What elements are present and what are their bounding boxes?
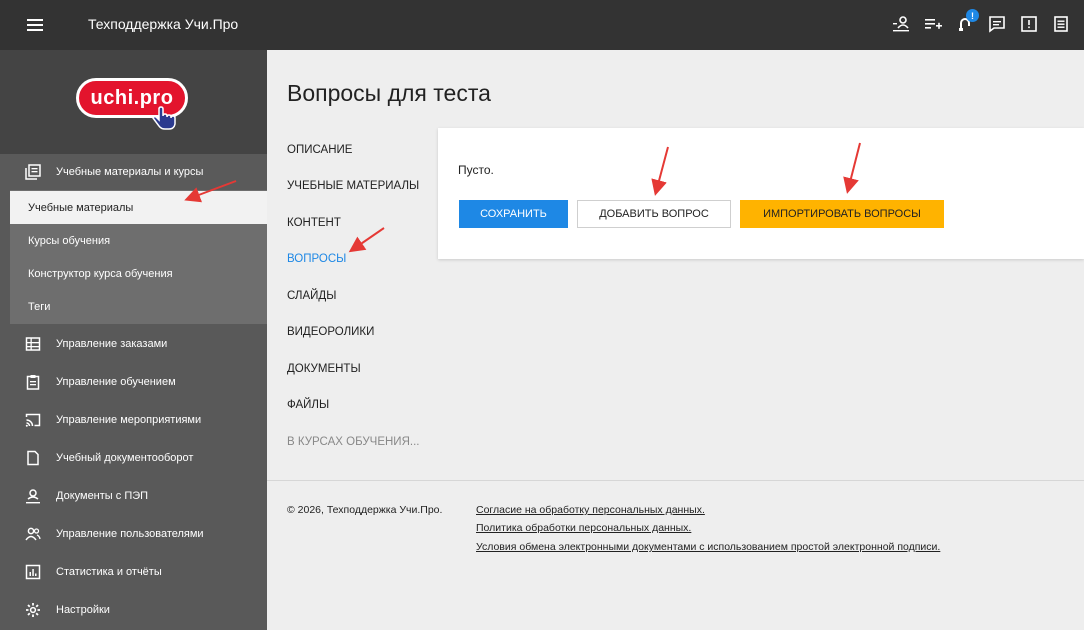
nav-pep-documents[interactable]: Документы с ПЭП (0, 478, 267, 514)
page-title: Вопросы для теста (287, 80, 491, 106)
assign-user-icon[interactable] (890, 13, 912, 35)
signature-icon (25, 488, 41, 504)
playlist-add-icon[interactable] (922, 13, 944, 35)
tab-questions[interactable]: ВОПРОСЫ (287, 253, 346, 265)
users-icon (25, 526, 41, 542)
subnav-courses[interactable]: Курсы обучения (10, 224, 267, 257)
library-icon (25, 164, 41, 180)
questions-card: Пусто. СОХРАНИТЬ ДОБАВИТЬ ВОПРОС ИМПОРТИ… (438, 128, 1084, 259)
nav-users[interactable]: Управление пользователями (0, 516, 267, 552)
nav-label: Управление пользователями (56, 528, 204, 540)
tab-files[interactable]: ФАЙЛЫ (287, 399, 329, 411)
nav-label: Настройки (56, 604, 110, 616)
nav-label: Управление заказами (56, 338, 168, 350)
tab-slides[interactable]: СЛАЙДЫ (287, 290, 336, 302)
notes-icon[interactable] (1050, 13, 1072, 35)
footer-divider (267, 480, 1084, 481)
notification-badge: ! (966, 9, 979, 22)
chat-icon[interactable] (986, 13, 1008, 35)
hamburger-menu-icon[interactable] (26, 16, 44, 34)
nav-label: Управление мероприятиями (56, 414, 202, 426)
footer-link-consent[interactable]: Согласие на обработку персональных данны… (476, 504, 705, 516)
top-app-bar: Техподдержка Учи.Про ! (0, 0, 1084, 50)
alert-box-icon[interactable] (1018, 13, 1040, 35)
chart-icon (25, 564, 41, 580)
nav-label: Учебные материалы и курсы (56, 166, 204, 178)
subnav-label: Учебные материалы (28, 201, 134, 214)
subnav-label: Конструктор курса обучения (28, 267, 173, 280)
tab-learning-materials[interactable]: УЧЕБНЫЕ МАТЕРИАЛЫ (287, 180, 419, 192)
nav-orders[interactable]: Управление заказами (0, 326, 267, 362)
help-notification-icon[interactable]: ! (954, 9, 979, 35)
sidebar: uchi.pro Учебные материалы и курсы Учебн… (0, 50, 267, 630)
footer-copyright: © 2026, Техподдержка Учи.Про. (287, 504, 443, 516)
save-button[interactable]: СОХРАНИТЬ (459, 200, 568, 228)
tab-in-courses[interactable]: В КУРСАХ ОБУЧЕНИЯ... (287, 436, 419, 448)
logo-area: uchi.pro (0, 50, 267, 154)
subnav-label: Теги (28, 300, 51, 313)
cast-icon (25, 412, 41, 428)
import-questions-button[interactable]: ИМПОРТИРОВАТЬ ВОПРОСЫ (740, 200, 944, 228)
app-title: Техподдержка Учи.Про (88, 16, 239, 32)
nav-events[interactable]: Управление мероприятиями (0, 402, 267, 438)
nav-label: Статистика и отчёты (56, 566, 162, 578)
tab-documents[interactable]: ДОКУМЕНТЫ (287, 363, 361, 375)
table-icon (25, 336, 41, 352)
nav-label: Документы с ПЭП (56, 490, 149, 502)
subnav-course-builder[interactable]: Конструктор курса обучения (10, 257, 267, 290)
gear-icon (25, 602, 41, 618)
nav-training[interactable]: Управление обучением (0, 364, 267, 400)
subnav-label: Курсы обучения (28, 234, 111, 247)
tab-videos[interactable]: ВИДЕОРОЛИКИ (287, 326, 374, 338)
tab-description[interactable]: ОПИСАНИЕ (287, 144, 352, 156)
nav-statistics[interactable]: Статистика и отчёты (0, 554, 267, 590)
footer-link-policy[interactable]: Политика обработки персональных данных. (476, 522, 691, 534)
pointer-hand-icon (152, 106, 176, 130)
add-question-button[interactable]: ДОБАВИТЬ ВОПРОС (577, 200, 731, 228)
document-icon (25, 450, 41, 466)
annotation-arrow (348, 227, 385, 253)
nav-label: Учебный документооборот (56, 452, 194, 464)
tab-content[interactable]: КОНТЕНТ (287, 217, 341, 229)
nav-learning-materials[interactable]: Учебные материалы и курсы (0, 154, 267, 190)
clipboard-icon (25, 374, 41, 390)
nav-settings[interactable]: Настройки (0, 592, 267, 628)
footer-link-edi-terms[interactable]: Условия обмена электронными документами … (476, 541, 940, 553)
nav-label: Управление обучением (56, 376, 176, 388)
nav-doc-flow[interactable]: Учебный документооборот (0, 440, 267, 476)
subnav-tags[interactable]: Теги (10, 290, 267, 323)
subnav-learning-materials[interactable]: Учебные материалы (10, 191, 267, 224)
empty-state-text: Пусто. (458, 163, 494, 177)
